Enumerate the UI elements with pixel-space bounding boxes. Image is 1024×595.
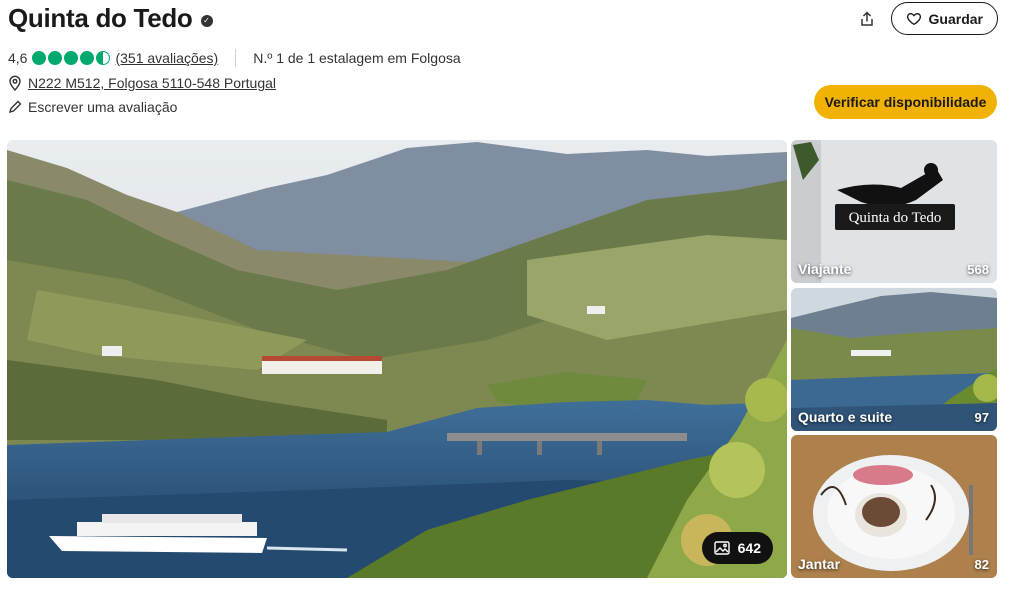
header-actions: Guardar [853,2,998,35]
thumb-count: 97 [974,410,989,425]
address-link[interactable]: N222 M512, Folgosa 5110-548 Portugal [28,75,276,91]
save-button[interactable]: Guardar [890,2,998,35]
reviews-link[interactable]: (351 avaliações) [115,50,218,66]
thumb-count: 568 [967,262,989,277]
photo-count: 642 [737,540,761,556]
ranking-text: N.º 1 de 1 estalagem em Folgosa [253,50,461,66]
verified-icon: ✓ [200,14,213,27]
share-button[interactable] [853,5,881,33]
location-pin-icon [8,75,22,91]
main-photo[interactable]: 642 [7,140,787,578]
share-icon [859,10,875,27]
sign-text: Quinta do Tedo [849,210,942,226]
write-review-label: Escrever uma avaliação [28,99,178,115]
rating-score: 4,6 [8,50,28,66]
thumb-count: 82 [974,557,989,572]
rating-bubble [32,51,47,65]
divider [235,49,237,67]
rating-bubble [80,51,95,65]
douro-valley-illustration [7,140,787,578]
check-availability-button[interactable]: Verificar disponibilidade [814,85,997,119]
title-row: Quinta do Tedo ✓ [8,3,213,34]
thumb-label: Quarto e suite [798,409,893,425]
write-review-link[interactable]: Escrever uma avaliação [8,99,177,115]
rating-row: 4,6 (351 avaliações) N.º 1 de 1 estalage… [8,49,461,67]
rating-bubble [64,51,79,65]
rating-bubble-half [96,51,111,65]
pencil-icon [8,100,22,114]
address-row: N222 M512, Folgosa 5110-548 Portugal [8,75,276,91]
save-label: Guardar [928,10,983,27]
rating-bubbles [32,51,111,65]
photo-count-badge[interactable]: 642 [701,532,773,564]
thumb-label: Jantar [798,556,841,572]
thumb-traveler[interactable]: Quinta do Tedo Viajante 568 [791,140,997,283]
image-icon [713,541,730,555]
thumb-dinner[interactable]: Jantar 82 [791,435,997,578]
heart-icon [906,11,922,27]
thumb-room-suite[interactable]: Quarto e suite 97 [791,288,997,431]
page-title: Quinta do Tedo [8,3,193,33]
thumb-label: Viajante [798,261,852,277]
rating-bubble [48,51,63,65]
